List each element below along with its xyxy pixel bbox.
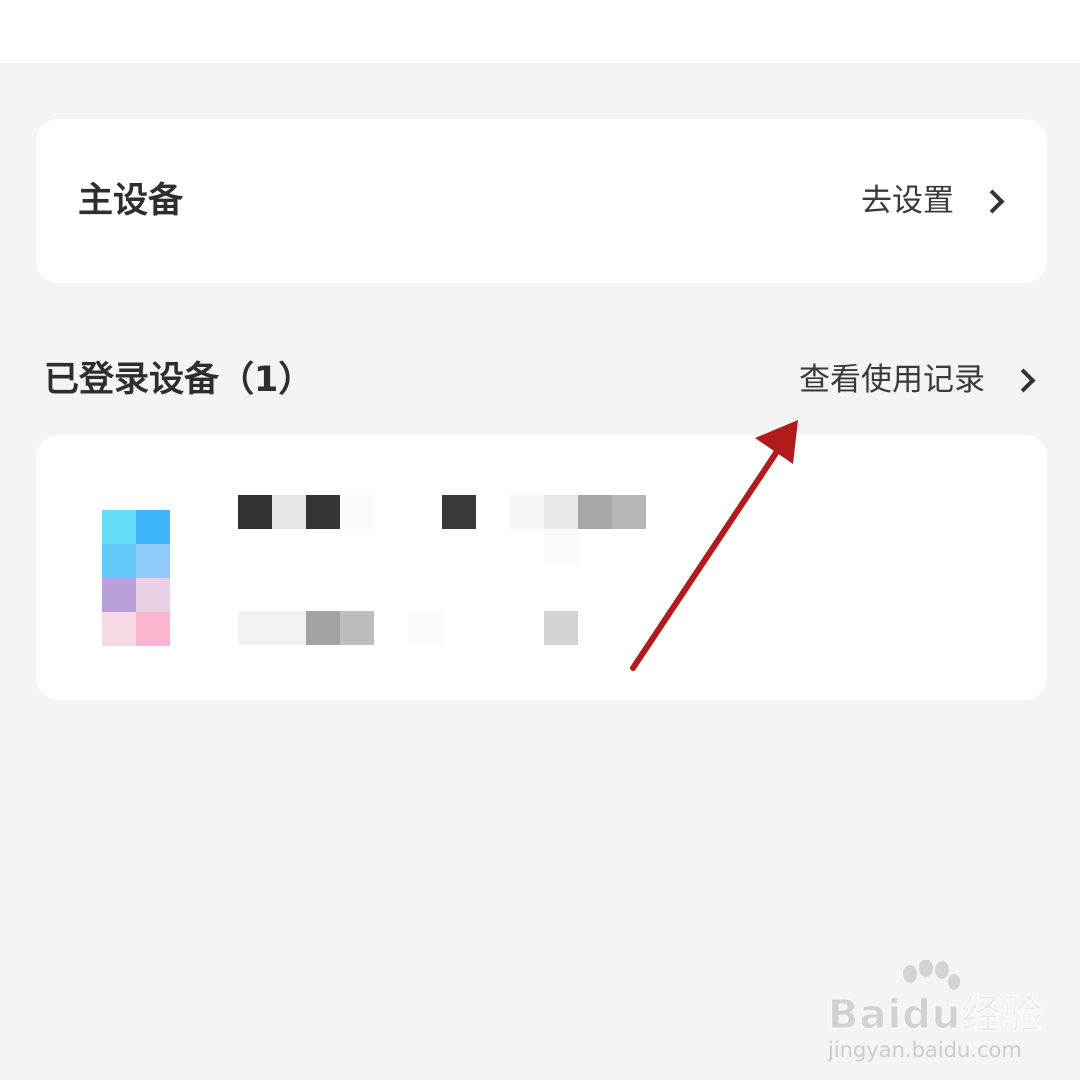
device-list-item[interactable] [36, 435, 1047, 700]
logged-in-devices-title: 已登录设备（1） [44, 360, 314, 400]
device-avatar [102, 510, 170, 646]
top-bar [0, 0, 1080, 63]
primary-device-title: 主设备 [78, 181, 184, 221]
view-usage-records-label: 查看使用记录 [799, 362, 985, 398]
device-name-obscured [238, 495, 646, 597]
device-detail-obscured [238, 611, 612, 645]
logged-in-devices-header: 已登录设备（1） 查看使用记录 [44, 350, 1040, 410]
watermark-url: jingyan.baidu.com [828, 1038, 1022, 1062]
watermark-brand: Baidu经验 [827, 992, 1044, 1039]
chevron-right-icon [980, 188, 1005, 214]
view-usage-records-button[interactable]: 查看使用记录 [799, 356, 1038, 404]
chevron-right-icon [1011, 367, 1036, 393]
primary-device-card[interactable]: 主设备 去设置 [36, 119, 1047, 283]
go-settings-label: 去设置 [861, 183, 954, 219]
go-settings-button[interactable]: 去设置 [861, 177, 1007, 225]
